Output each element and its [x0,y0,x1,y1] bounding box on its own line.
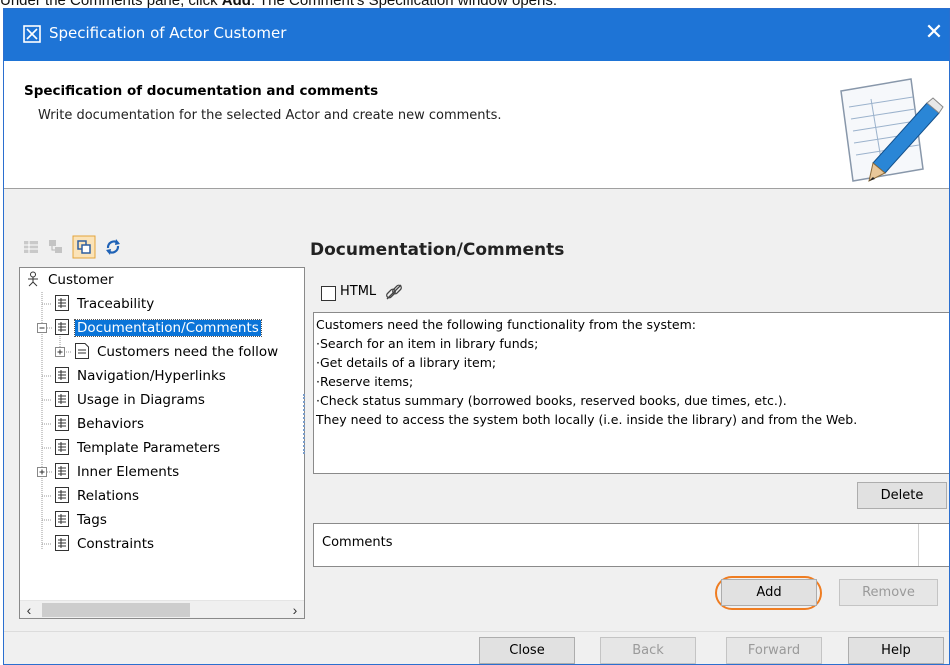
footer-divider [4,631,949,632]
tree-item-navigation-hyperlinks[interactable]: Navigation/Hyperlinks [55,365,228,387]
tree-item-template-parameters[interactable]: Template Parameters [55,437,222,459]
column-divider [918,524,919,566]
specification-window: Specification of Actor Customer ✕ Specif… [3,8,950,665]
document-pencil-icon [840,78,944,182]
property-page-icon [55,439,69,455]
add-button[interactable]: Add [721,579,817,606]
comments-column-header: Comments [322,535,393,550]
documentation-textarea[interactable]: Customers need the following functionali… [313,312,949,474]
actor-icon [28,271,38,287]
tree-item-behaviors[interactable]: Behaviors [55,413,146,435]
specification-tree: Customer Traceability Documentation/Comm… [19,267,305,619]
tree-item-label: Usage in Diagrams [77,392,205,408]
property-page-icon [55,319,69,335]
caption-suffix: . The Comment's Specification window ope… [251,0,557,8]
caption-prefix: Under the Comments pane, click [0,0,222,8]
close-button[interactable]: Close [479,637,575,664]
scroll-right-icon[interactable]: › [286,601,304,618]
forward-button[interactable]: Forward [726,637,822,664]
tree-item-comment[interactable]: Customers need the follow [75,341,280,363]
tree-view-icon[interactable] [45,236,67,258]
expand-toggle-icon [55,347,65,357]
scroll-left-icon[interactable]: ‹ [20,601,38,618]
tree-item-label: Template Parameters [77,440,221,456]
html-checkbox-label: HTML [340,284,377,299]
tree-item-label: Constraints [77,536,155,552]
hyperlink-icon[interactable] [384,282,404,302]
close-window-icon[interactable]: ✕ [919,9,949,61]
header-banner: Specification of documentation and comme… [4,61,949,189]
panel-title: Documentation/Comments [310,240,565,260]
tree-item-label: Traceability [77,296,155,312]
property-page-icon [55,487,69,503]
tree-item-label: Documentation/Comments [74,319,262,337]
remove-button[interactable]: Remove [839,579,938,606]
scrollbar-thumb[interactable] [42,603,190,617]
tree-item-label: Relations [77,488,139,504]
list-view-icon[interactable] [20,236,42,258]
tree-item-tags[interactable]: Tags [55,509,109,531]
tree-item-usage-in-diagrams[interactable]: Usage in Diagrams [55,389,207,411]
caption-bold: Add [222,0,251,8]
tree-item-root[interactable]: Customer [26,269,116,291]
tree-item-label: Customers need the follow [97,344,279,360]
compact-view-icon[interactable] [72,235,96,259]
property-page-icon [55,391,69,407]
refresh-icon[interactable] [102,236,124,258]
tree-item-traceability[interactable]: Traceability [55,293,156,315]
property-page-icon [55,295,69,311]
pane-splitter[interactable] [303,394,305,454]
tree-item-inner-elements[interactable]: Inner Elements [55,461,181,483]
header-title: Specification of documentation and comme… [24,83,379,99]
window-title: Specification of Actor Customer [49,24,287,42]
title-bar[interactable]: Specification of Actor Customer ✕ [4,9,949,61]
comments-table[interactable]: Comments [313,523,949,567]
header-description: Write documentation for the selected Act… [38,108,502,123]
tree-item-constraints[interactable]: Constraints [55,533,156,555]
comment-note-icon [75,343,89,359]
property-page-icon [55,367,69,383]
expand-toggle-icon [37,467,47,477]
tree-item-label: Inner Elements [77,464,180,480]
tree-item-documentation-comments[interactable]: Documentation/Comments [55,317,262,339]
tree-item-relations[interactable]: Relations [55,485,141,507]
delete-button[interactable]: Delete [857,482,947,509]
tree-item-label: Behaviors [77,416,144,432]
back-button[interactable]: Back [600,637,696,664]
property-page-icon [55,511,69,527]
collapse-toggle-icon [37,323,47,333]
instruction-caption: Under the Comments pane, click Add. The … [0,0,950,8]
property-page-icon [55,463,69,479]
html-checkbox[interactable] [321,286,336,301]
property-page-icon [55,415,69,431]
tree-item-label: Tags [77,512,107,528]
tree-item-label: Customer [48,272,114,288]
help-button[interactable]: Help [848,637,944,664]
window-app-icon [23,25,41,43]
tree-item-label: Navigation/Hyperlinks [77,368,226,384]
property-page-icon [55,535,69,551]
tree-horizontal-scrollbar[interactable]: ‹ › [20,600,304,618]
